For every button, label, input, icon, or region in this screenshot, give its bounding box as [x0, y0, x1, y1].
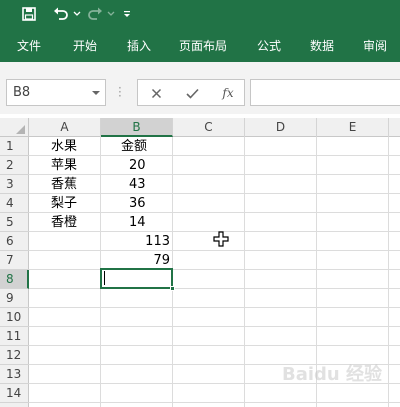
row-header-4[interactable]: 4 [0, 194, 29, 213]
cell-b5[interactable]: 14 [129, 213, 146, 232]
cell-b4[interactable]: 36 [129, 194, 146, 213]
column-header-a[interactable]: A [29, 118, 101, 137]
row-header-6[interactable]: 6 [0, 232, 29, 251]
row-header-3[interactable]: 3 [0, 175, 29, 194]
cell-a5[interactable]: 香橙 [51, 213, 77, 232]
customize-quick-access-icon[interactable] [120, 3, 134, 25]
column-header-b[interactable]: B [101, 118, 173, 137]
row-header-9[interactable]: 9 [0, 289, 29, 308]
tab-page-layout[interactable]: 页面布局 [179, 36, 227, 56]
undo-dropdown-icon[interactable] [72, 3, 82, 25]
column-header-e[interactable]: E [317, 118, 389, 137]
row-header-12[interactable]: 12 [0, 346, 29, 365]
text-caret [104, 271, 105, 285]
select-all-button[interactable] [0, 118, 29, 137]
ribbon-gap [0, 62, 400, 74]
tab-file[interactable]: 文件 [17, 36, 41, 56]
tab-home[interactable]: 开始 [73, 36, 97, 56]
row-header-7[interactable]: 7 [0, 251, 29, 270]
cell-b1[interactable]: 金额 [121, 137, 147, 156]
row-header-8[interactable]: 8 [0, 270, 29, 289]
column-header-row: A B C D E [0, 118, 400, 137]
tab-formulas[interactable]: 公式 [257, 36, 281, 56]
cell-b3[interactable]: 43 [129, 175, 146, 194]
redo-dropdown-icon[interactable] [106, 3, 116, 25]
insert-function-button[interactable]: fx [218, 84, 238, 102]
cursor-icon [213, 231, 229, 251]
cancel-icon[interactable] [146, 84, 166, 102]
row-header-14[interactable]: 14 [0, 384, 29, 403]
cell-a3[interactable]: 香蕉 [51, 175, 77, 194]
name-box-value: B8 [13, 85, 31, 100]
name-box[interactable]: B8 [6, 79, 106, 106]
ribbon-tabs: 文件 开始 插入 页面布局 公式 数据 审阅 [0, 30, 400, 62]
tab-insert[interactable]: 插入 [127, 36, 151, 56]
column-header-c[interactable]: C [173, 118, 245, 137]
row-header-11[interactable]: 11 [0, 327, 29, 346]
cell-b6[interactable]: 113 [101, 232, 170, 251]
splitter-handle[interactable]: · · · [118, 82, 122, 102]
chevron-down-icon[interactable] [92, 91, 100, 95]
formula-bar: B8 · · · fx [0, 74, 400, 114]
row-header-13[interactable]: 13 [0, 365, 29, 384]
tab-review[interactable]: 审阅 [363, 36, 387, 56]
row-header-column: 1 2 3 4 5 6 7 8 9 10 11 12 13 14 [0, 137, 29, 407]
column-header-d[interactable]: D [245, 118, 317, 137]
cell-b2[interactable]: 20 [129, 156, 146, 175]
active-cell-b8[interactable] [100, 268, 173, 289]
fill-handle[interactable] [170, 286, 175, 291]
formula-input[interactable] [250, 79, 400, 106]
row-header-10[interactable]: 10 [0, 308, 29, 327]
row-header-1[interactable]: 1 [0, 137, 29, 156]
formula-buttons: fx [137, 79, 245, 106]
row-header-2[interactable]: 2 [0, 156, 29, 175]
check-icon[interactable] [182, 84, 202, 102]
cell-a2[interactable]: 苹果 [51, 156, 77, 175]
row-header-5[interactable]: 5 [0, 213, 29, 232]
tab-data[interactable]: 数据 [310, 36, 334, 56]
save-icon[interactable] [18, 3, 40, 25]
cell-a4[interactable]: 梨子 [51, 194, 77, 213]
undo-icon[interactable] [50, 3, 72, 25]
redo-icon[interactable] [84, 3, 106, 25]
cell-a1[interactable]: 水果 [51, 137, 77, 156]
quick-access-toolbar [0, 0, 400, 30]
watermark: Baidu 经验 [282, 364, 383, 385]
